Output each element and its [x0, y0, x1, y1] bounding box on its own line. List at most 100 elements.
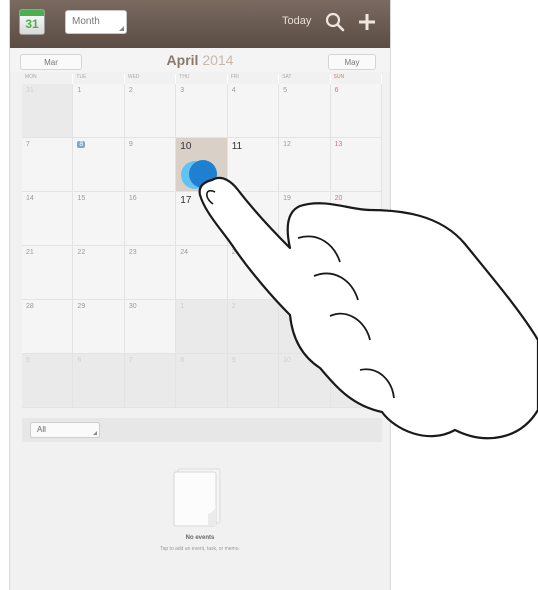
- touch-indicator-icon: [181, 160, 217, 189]
- date-number: 6: [334, 87, 339, 94]
- date-number: 11: [231, 141, 243, 152]
- date-number: 3: [180, 87, 185, 94]
- date-number: 8: [77, 141, 86, 148]
- date-cell[interactable]: 20: [330, 192, 382, 246]
- date-number: 11: [334, 357, 342, 364]
- date-number: 8: [180, 357, 185, 364]
- date-cell[interactable]: 3: [279, 300, 331, 354]
- date-cell[interactable]: 4: [330, 300, 382, 354]
- no-events-title: No events: [185, 535, 215, 541]
- date-number: 24: [180, 249, 189, 256]
- date-cell[interactable]: 23: [124, 246, 177, 300]
- date-cell[interactable]: 5: [279, 84, 331, 138]
- date-cell[interactable]: 21: [22, 246, 74, 300]
- date-number: 1: [77, 87, 82, 94]
- date-number: 23: [128, 249, 137, 256]
- date-number: 3: [283, 303, 288, 310]
- date-cell[interactable]: 7: [22, 138, 74, 192]
- date-cell[interactable]: 8: [73, 138, 125, 192]
- date-cell[interactable]: 9: [227, 354, 280, 408]
- event-filter-dropdown[interactable]: All: [30, 422, 100, 438]
- next-month-button[interactable]: May: [328, 54, 376, 70]
- date-number: 20: [334, 195, 343, 202]
- date-cell[interactable]: 6: [73, 354, 125, 408]
- month-name: April: [166, 52, 199, 68]
- search-icon[interactable]: [324, 11, 346, 33]
- date-number: 2: [231, 303, 236, 310]
- date-cell[interactable]: 5: [22, 354, 74, 408]
- action-bar: 31 Month Today: [10, 0, 390, 48]
- date-number: 26: [283, 249, 291, 256]
- weekday-header: MON TUE WED THU FRI SAT SUN: [22, 74, 382, 84]
- date-number: 27: [334, 249, 343, 256]
- year-label: 2014: [202, 52, 234, 68]
- event-filter-label: All: [37, 425, 46, 434]
- date-cell[interactable]: 16: [124, 192, 177, 246]
- date-number: 22: [77, 249, 86, 256]
- date-cell[interactable]: 13: [330, 138, 382, 192]
- date-cell[interactable]: 3: [176, 84, 228, 138]
- date-cell[interactable]: 6: [330, 84, 382, 138]
- date-cell[interactable]: 29: [73, 300, 125, 354]
- date-cell[interactable]: 15: [73, 192, 125, 246]
- today-button[interactable]: Today: [282, 15, 311, 27]
- date-number: 25: [231, 249, 240, 256]
- date-cell[interactable]: 22: [73, 246, 125, 300]
- date-number: 30: [128, 303, 137, 310]
- date-cell[interactable]: 27: [330, 246, 382, 300]
- date-cell[interactable]: 9: [124, 138, 177, 192]
- date-cell[interactable]: 14: [22, 192, 74, 246]
- date-number: 4: [231, 87, 236, 94]
- date-cell[interactable]: 26: [279, 246, 331, 300]
- date-cell[interactable]: 2: [124, 84, 177, 138]
- date-number: 12: [283, 141, 291, 148]
- date-number: 10: [283, 357, 291, 364]
- date-number: 9: [231, 357, 236, 364]
- weekday-label: THU: [176, 74, 228, 84]
- date-cell[interactable]: 11: [330, 354, 382, 408]
- date-number: 10: [180, 141, 192, 152]
- date-number: 7: [26, 141, 30, 148]
- date-cell[interactable]: 24: [176, 246, 228, 300]
- calendar-icon-number: 31: [25, 17, 39, 31]
- view-mode-label: Month: [72, 16, 100, 27]
- date-number: 16: [128, 195, 137, 202]
- date-cell[interactable]: 4: [227, 84, 280, 138]
- date-cell[interactable]: 8: [176, 354, 228, 408]
- date-number: 9: [128, 141, 133, 148]
- date-cell[interactable]: 17: [176, 192, 228, 246]
- date-cell[interactable]: 1: [73, 84, 125, 138]
- view-mode-dropdown[interactable]: Month: [65, 10, 127, 34]
- date-cell[interactable]: 25: [227, 246, 280, 300]
- date-number: 2: [128, 87, 133, 94]
- date-cell[interactable]: 18: [227, 192, 280, 246]
- dropdown-corner-icon: [119, 26, 124, 31]
- weekday-label: SUN: [331, 74, 382, 84]
- date-number: 5: [283, 87, 288, 94]
- dropdown-corner-icon: [93, 431, 97, 435]
- calendar-app-icon[interactable]: 31: [19, 9, 45, 35]
- date-number: 19: [283, 195, 291, 202]
- date-number: 31: [26, 87, 34, 94]
- plus-icon[interactable]: [356, 11, 378, 33]
- date-cell[interactable]: 12: [279, 138, 331, 192]
- date-cell[interactable]: 7: [124, 354, 177, 408]
- date-cell[interactable]: 2: [227, 300, 280, 354]
- date-number: 13: [334, 141, 343, 148]
- weekday-label: TUE: [73, 74, 125, 84]
- date-cell[interactable]: 19: [279, 192, 331, 246]
- date-cell[interactable]: 10: [279, 354, 331, 408]
- screen: 31 Month Today Mar April 2014 May MON TU…: [0, 0, 538, 590]
- date-cell[interactable]: 30: [124, 300, 177, 354]
- date-cell[interactable]: 28: [22, 300, 74, 354]
- date-number: 28: [26, 303, 34, 310]
- date-number: 4: [334, 303, 339, 310]
- calendar-app: 31 Month Today Mar April 2014 May MON TU…: [9, 0, 391, 590]
- empty-note-icon: [173, 468, 221, 527]
- date-cell[interactable]: 31: [22, 84, 74, 138]
- date-number: 6: [77, 357, 82, 364]
- date-cell[interactable]: 11: [227, 138, 280, 192]
- date-number: 1: [180, 303, 185, 310]
- date-number: 21: [26, 249, 34, 256]
- date-cell[interactable]: 1: [176, 300, 228, 354]
